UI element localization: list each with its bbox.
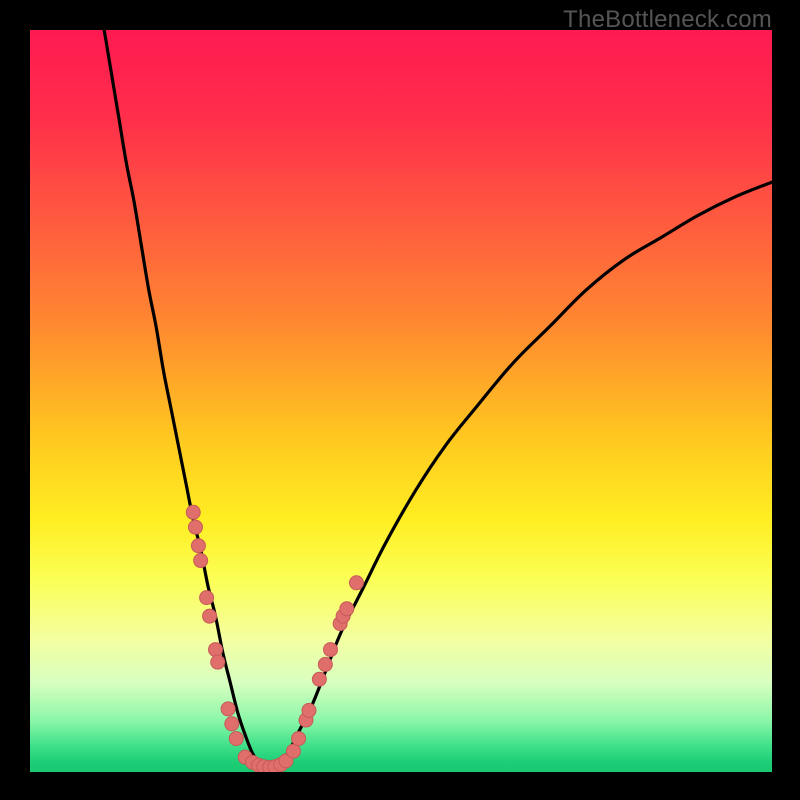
data-marker [318,657,332,671]
data-marker [286,744,300,758]
data-marker [349,576,363,590]
data-marker [194,554,208,568]
data-marker [302,703,316,717]
data-marker [188,520,202,534]
data-marker [203,609,217,623]
data-marker [221,702,235,716]
data-marker [312,672,326,686]
data-marker [191,539,205,553]
outer-frame: TheBottleneck.com [0,0,800,800]
chart-svg [30,30,772,772]
data-marker [324,643,338,657]
data-marker [229,732,243,746]
data-marker [186,505,200,519]
data-marker [211,655,225,669]
plot-area [30,30,772,772]
data-marker [340,602,354,616]
data-marker [200,591,214,605]
data-marker [292,732,306,746]
bottleneck-curve [104,30,772,768]
data-marker [225,717,239,731]
data-marker [209,643,223,657]
